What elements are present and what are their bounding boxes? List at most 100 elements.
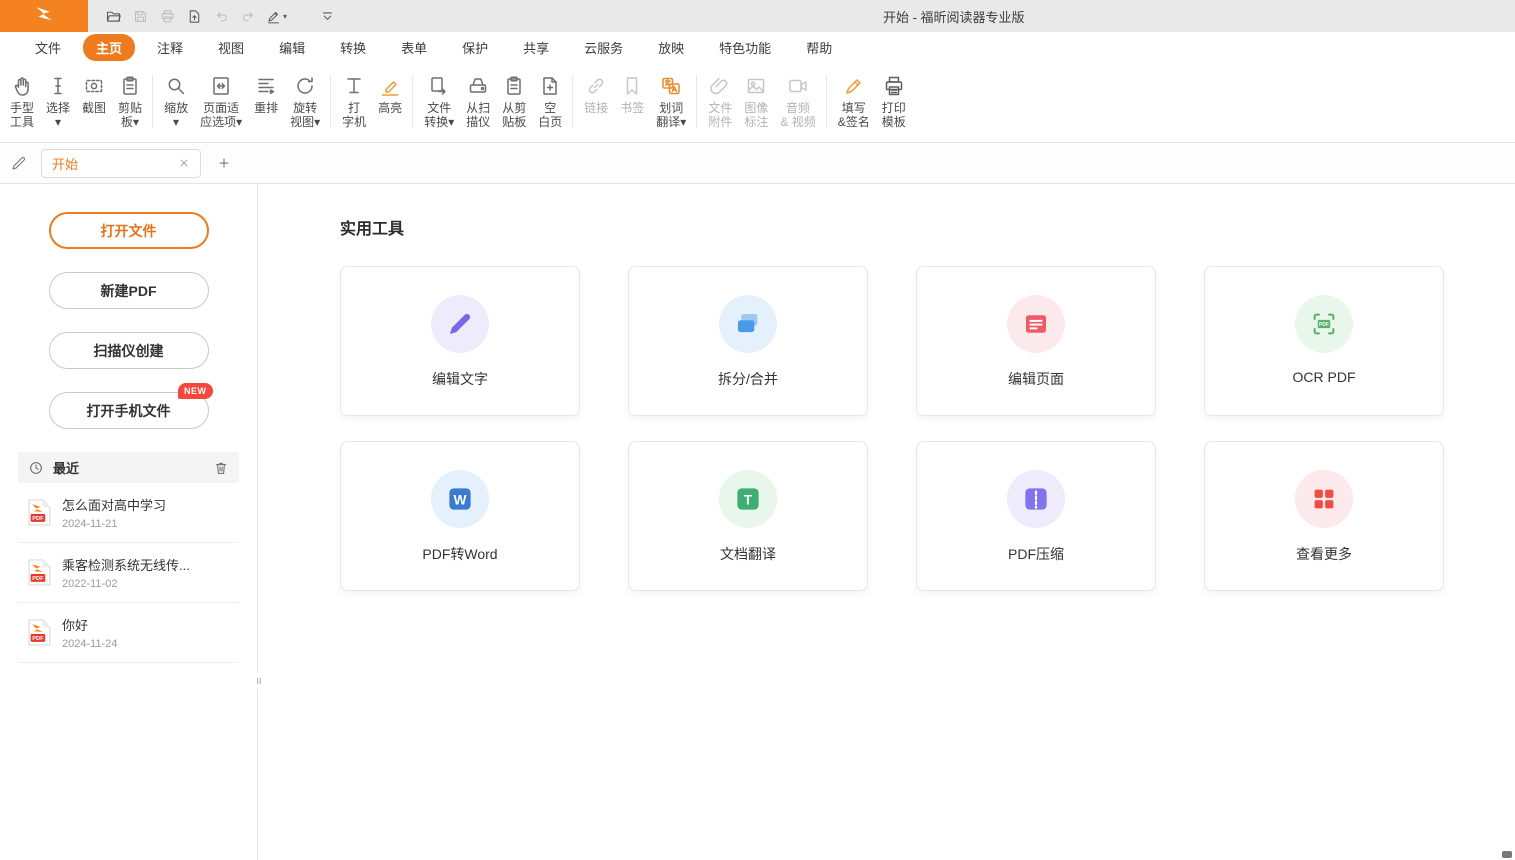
ribbon-tool[interactable]: 旋转 视图▾ [284, 72, 326, 131]
menu-tab[interactable]: 转换 [327, 34, 379, 61]
tool-card-icon: PDF [1309, 309, 1339, 339]
ribbon-tool[interactable]: 空 白页 [532, 72, 568, 131]
svg-text:PDF: PDF [1319, 322, 1329, 328]
tool-card[interactable]: W PDF转Word [340, 441, 580, 591]
tool-card[interactable]: 编辑页面 [916, 266, 1156, 416]
tool-card-icon [1021, 484, 1051, 514]
ribbon-tool-label: 重排 [254, 101, 278, 115]
recent-file-item[interactable]: PDF 乘客检测系统无线传... 2022-11-02 [18, 543, 239, 603]
tool-card[interactable]: 编辑文字 [340, 266, 580, 416]
ribbon-tool[interactable]: 文件 转换▾ [418, 72, 460, 131]
tool-card[interactable]: T 文档翻译 [628, 441, 868, 591]
svg-text:PDF: PDF [32, 636, 44, 642]
quick-access-button[interactable] [181, 3, 208, 29]
ribbon-tool[interactable]: 书签 [614, 72, 650, 117]
menu-tab[interactable]: 注释 [144, 34, 196, 61]
ribbon-tool[interactable]: 链接 [578, 72, 614, 117]
pencil-icon[interactable] [10, 154, 28, 172]
menu-tab[interactable]: 保护 [449, 34, 501, 61]
ribbon-tool[interactable]: 选择 ▾ [40, 72, 76, 131]
sidebar-action-button[interactable]: 新建PDF [49, 272, 209, 309]
menu-tab[interactable]: 放映 [645, 34, 697, 61]
quick-access-button[interactable] [314, 3, 341, 29]
ribbon-tool[interactable]: 图像 标注 [738, 72, 774, 131]
ribbon-tool-label: 页面适 应选项▾ [200, 101, 242, 129]
tool-card[interactable]: PDF压缩 [916, 441, 1156, 591]
recent-file-item[interactable]: PDF 怎么面对高中学习 2024-11-21 [18, 483, 239, 543]
sidebar-action-button[interactable]: 打开文件 [49, 212, 209, 249]
tool-card-label: OCR PDF [1293, 369, 1356, 385]
ribbon-tool[interactable]: 文件 附件 [702, 72, 738, 131]
menu-tab[interactable]: 帮助 [793, 34, 845, 61]
quick-access-button[interactable] [154, 3, 181, 29]
ribbon-tool-label: 从扫 描仪 [466, 101, 490, 129]
ribbon-tool[interactable]: 打印 模板 [876, 72, 912, 131]
recent-file-item[interactable]: PDF 你好 2024-11-24 [18, 603, 239, 663]
ribbon-tool[interactable]: 截图 [76, 72, 112, 117]
quick-access-icon [319, 8, 336, 25]
quick-access-button[interactable]: ▾ [262, 3, 290, 29]
quick-access-button[interactable] [235, 3, 262, 29]
svg-text:PDF: PDF [32, 516, 44, 522]
ribbon-tool[interactable]: 剪贴 板▾ [112, 72, 148, 131]
ribbon-tool[interactable]: 填写 &签名 [832, 72, 876, 131]
quick-access-button[interactable] [127, 3, 154, 29]
recent-file-meta: 你好 2024-11-24 [62, 615, 117, 650]
ribbon-tool-icon [659, 74, 683, 98]
ribbon-tool[interactable]: 手型 工具 [4, 72, 40, 131]
ribbon-tool[interactable]: 音频 & 视频 [774, 72, 821, 131]
quick-access-icon [213, 8, 230, 25]
sidebar-collapse-handle[interactable] [254, 673, 264, 689]
menu-tab[interactable]: 共享 [510, 34, 562, 61]
quick-access-button[interactable] [100, 3, 127, 29]
tool-card[interactable]: 查看更多 [1204, 441, 1444, 591]
tool-card[interactable]: 拆分/合并 [628, 266, 868, 416]
svg-text:T: T [744, 492, 753, 507]
menu-tab[interactable]: 云服务 [571, 34, 636, 61]
tool-card[interactable]: PDF OCR PDF [1204, 266, 1444, 416]
ribbon-tool[interactable]: 高亮 [372, 72, 408, 117]
tool-card-icon-circle [719, 295, 777, 353]
ribbon-tool-icon [842, 74, 866, 98]
ribbon-tool-icon [46, 74, 70, 98]
sidebar-button-wrap: 扫描仪创建 [49, 332, 209, 369]
ribbon-tool[interactable]: 打 字机 [336, 72, 372, 131]
ribbon-tool[interactable]: 页面适 应选项▾ [194, 72, 248, 131]
ribbon-tool[interactable]: 缩放 ▾ [158, 72, 194, 131]
ribbon-tool[interactable]: 从剪 贴板 [496, 72, 532, 131]
ribbon-tool[interactable]: 划词 翻译▾ [650, 72, 692, 131]
new-tab-button[interactable] [213, 152, 235, 174]
ribbon-group: 填写 &签名 打印 模板 [824, 63, 914, 142]
ribbon-tool-icon [164, 74, 188, 98]
ribbon-tool[interactable]: 从扫 描仪 [460, 72, 496, 131]
ribbon-tool-label: 截图 [82, 101, 106, 115]
trash-icon[interactable] [213, 460, 229, 476]
tool-card-label: 文档翻译 [720, 544, 776, 564]
menu-tab[interactable]: 主页 [83, 34, 135, 61]
quick-access-button[interactable] [208, 3, 235, 29]
ribbon-tool-label: 文件 附件 [708, 101, 732, 129]
menu-tab[interactable]: 特色功能 [706, 34, 784, 61]
document-tab[interactable]: 开始 [41, 149, 201, 178]
menu-tab[interactable]: 视图 [205, 34, 257, 61]
tool-card-icon-circle [1007, 470, 1065, 528]
recent-file-date: 2024-11-24 [62, 638, 117, 650]
ribbon-tool-label: 高亮 [378, 101, 402, 115]
app-logo-button[interactable] [0, 0, 88, 32]
new-badge: NEW [178, 383, 213, 399]
svg-text:PDF: PDF [32, 576, 44, 582]
ribbon-tool[interactable]: 重排 [248, 72, 284, 117]
recent-file-name: 怎么面对高中学习 [62, 495, 166, 514]
ribbon-tool-label: 旋转 视图▾ [290, 101, 320, 129]
app-window: ▾ 开始 - 福昕阅读器专业版 文件 主页 注释 视图 编辑 转换 表单 [0, 0, 1515, 860]
ribbon-tool-label: 从剪 贴板 [502, 101, 526, 129]
menu-tab[interactable]: 表单 [388, 34, 440, 61]
sidebar-action-button[interactable]: 扫描仪创建 [49, 332, 209, 369]
menu-tab[interactable]: 文件 [22, 34, 74, 61]
quick-access-icon [132, 8, 149, 25]
menu-tab[interactable]: 编辑 [266, 34, 318, 61]
titlebar: ▾ 开始 - 福昕阅读器专业版 [0, 0, 1515, 32]
ribbon-tool-icon [620, 74, 644, 98]
close-tab-icon[interactable] [178, 157, 190, 169]
dropdown-caret: ▾ [283, 12, 287, 21]
